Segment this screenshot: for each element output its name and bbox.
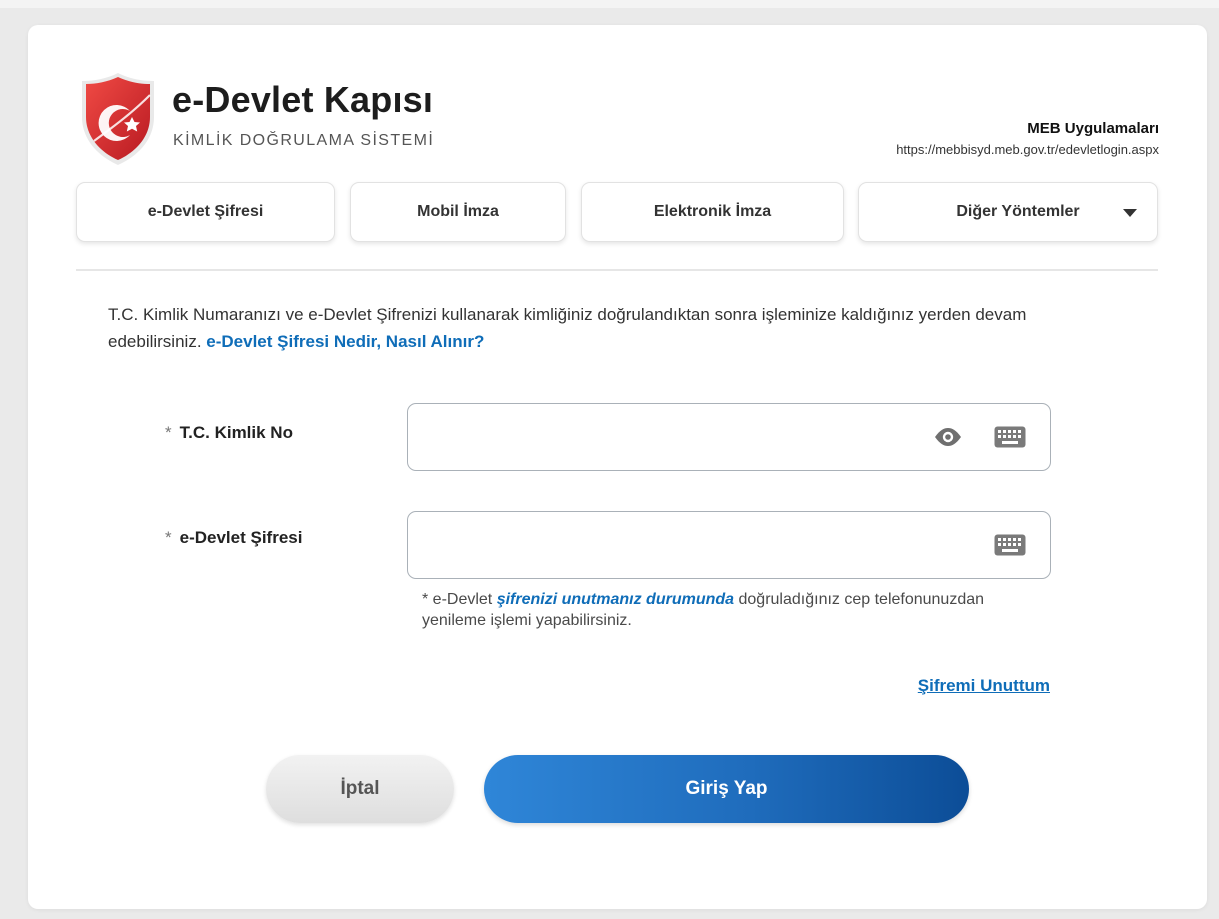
brand-subtitle: KİMLİK DOĞRULAMA SİSTEMİ [173,132,435,149]
login-button[interactable]: Giriş Yap [484,755,969,823]
application-name: MEB Uygulamaları [1027,120,1159,137]
keyboard-icon[interactable] [994,424,1026,450]
tab-diger-yontemler[interactable]: Diğer Yöntemler [858,182,1158,242]
tc-kimlik-field[interactable] [407,403,1051,471]
login-button-label: Giriş Yap [685,778,768,799]
intro-text: T.C. Kimlik Numaranızı ve e-Devlet Şifre… [108,301,1088,355]
top-strip [0,0,1219,8]
password-field[interactable] [407,511,1051,579]
tab-e-devlet-sifresi[interactable]: e-Devlet Şifresi [76,182,335,242]
tab-elektronik-imza[interactable]: Elektronik İmza [581,182,844,242]
tab-mobil-imza[interactable]: Mobil İmza [350,182,566,242]
tc-kimlik-input[interactable] [422,418,906,458]
divider [76,269,1158,271]
cancel-button[interactable]: İptal [266,755,454,823]
keyboard-icon[interactable] [994,532,1026,558]
password-hint: * e-Devlet şifrenizi unutmanız durumunda… [422,589,1042,631]
required-mark: * [165,528,172,547]
tab-label: Elektronik İmza [653,203,772,220]
login-card: e-Devlet Kapısı KİMLİK DOĞRULAMA SİSTEMİ… [28,25,1207,909]
eye-icon[interactable] [932,424,964,450]
tab-label: Diğer Yöntemler [956,203,1080,220]
chevron-down-icon [1123,209,1137,217]
what-is-e-devlet-password-link[interactable]: e-Devlet Şifresi Nedir, Nasıl Alınır? [206,332,484,351]
cancel-button-label: İptal [340,778,380,799]
application-url: https://mebbisyd.meb.gov.tr/edevletlogin… [896,142,1159,157]
forgot-password-link[interactable]: Şifremi Unuttum [918,676,1050,696]
password-label-text: e-Devlet Şifresi [179,528,303,547]
forgot-password-inline-link[interactable]: şifrenizi unutmanız durumunda [497,591,734,608]
brand-title: e-Devlet Kapısı [172,79,434,120]
tc-kimlik-label-text: T.C. Kimlik No [179,423,293,442]
password-input[interactable] [422,526,906,566]
tab-label: e-Devlet Şifresi [147,203,264,220]
e-devlet-shield-logo [80,71,156,167]
required-mark: * [165,423,172,442]
hint-prefix: * e-Devlet [422,591,493,608]
tc-kimlik-label: * T.C. Kimlik No [165,423,293,443]
tab-label: Mobil İmza [417,203,499,220]
password-label: * e-Devlet Şifresi [165,528,302,548]
